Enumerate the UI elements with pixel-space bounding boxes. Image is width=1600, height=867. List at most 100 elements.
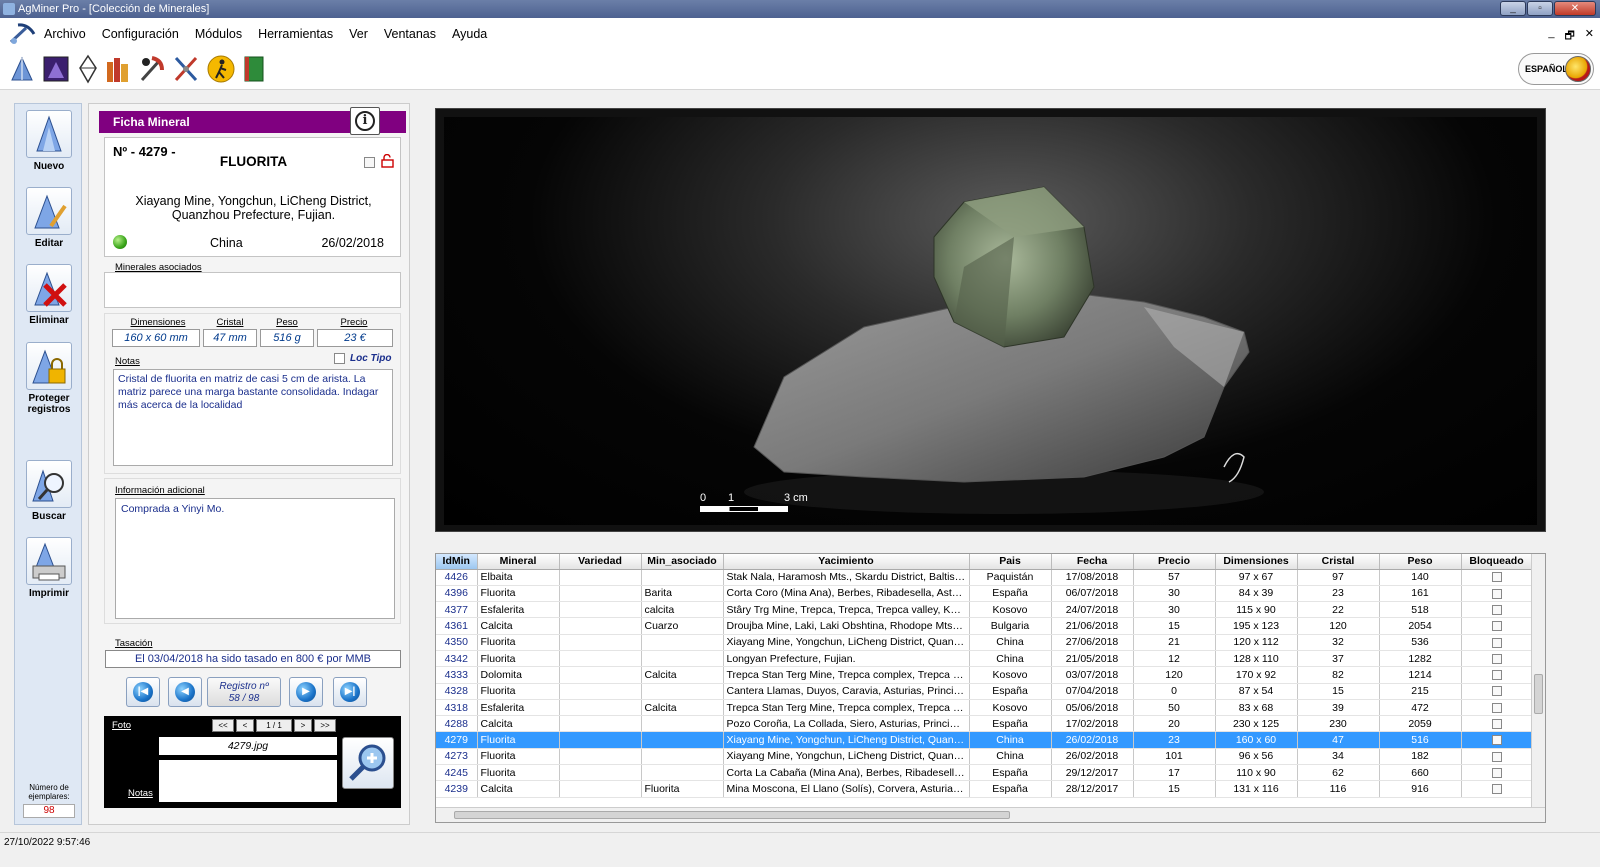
- col-cristal[interactable]: Cristal: [1297, 554, 1380, 570]
- cell-precio[interactable]: 50: [1133, 699, 1216, 717]
- bloqueado-checkbox[interactable]: [1491, 637, 1502, 648]
- photo-zoom-button[interactable]: [342, 737, 394, 789]
- unlock-icon[interactable]: [381, 154, 394, 168]
- cell-id[interactable]: 4288: [436, 715, 478, 733]
- cell-yacimiento[interactable]: Pozo Coroña, La Collada, Siero, Asturias…: [723, 715, 970, 733]
- bloqueado-checkbox[interactable]: [1491, 719, 1502, 730]
- cell-id[interactable]: 4350: [436, 634, 478, 651]
- table-row[interactable]: 4361 Calcita Cuarzo Droujba Mine, Laki, Lak…: [436, 617, 1533, 635]
- mdi-restore-button[interactable]: 🗗: [1564, 27, 1574, 46]
- eliminar-button[interactable]: Eliminar: [15, 264, 83, 326]
- cell-precio[interactable]: 15: [1133, 780, 1216, 798]
- cell-id[interactable]: 4342: [436, 650, 478, 668]
- cell-cristal[interactable]: 37: [1297, 650, 1380, 668]
- cell-fecha[interactable]: 29/12/2017: [1051, 764, 1134, 782]
- cell-variedad[interactable]: [559, 699, 642, 717]
- menu-configuracion[interactable]: Configuración: [102, 18, 179, 50]
- mdi-close-button[interactable]: ✕: [1585, 27, 1594, 46]
- cell-precio[interactable]: 0: [1133, 683, 1216, 700]
- grid-horizontal-scrollbar[interactable]: [436, 807, 1545, 822]
- cell-cristal[interactable]: 62: [1297, 764, 1380, 782]
- cell-dimensiones[interactable]: 128 x 110: [1215, 650, 1298, 668]
- crossed-tools-icon[interactable]: [172, 54, 200, 84]
- close-button[interactable]: ✕: [1554, 1, 1596, 16]
- table-row[interactable]: 4342 Fluorita Longyan Prefecture, Fujian. C…: [436, 650, 1533, 668]
- cell-pais[interactable]: España: [969, 585, 1052, 603]
- cell-cristal[interactable]: 120: [1297, 617, 1380, 635]
- cell-cristal[interactable]: 47: [1297, 731, 1380, 749]
- menu-archivo[interactable]: Archivo: [44, 18, 86, 50]
- cell-asociado[interactable]: Calcita: [641, 699, 724, 717]
- bloqueado-checkbox[interactable]: [1491, 621, 1502, 632]
- mdi-minimize-button[interactable]: _: [1548, 27, 1554, 46]
- bloqueado-checkbox[interactable]: [1491, 670, 1502, 681]
- photo-first-button[interactable]: <<: [212, 719, 234, 732]
- cell-precio[interactable]: 20: [1133, 715, 1216, 733]
- cell-pais[interactable]: España: [969, 715, 1052, 733]
- cell-variedad[interactable]: [559, 780, 642, 798]
- col-precio[interactable]: Precio: [1133, 554, 1216, 570]
- cell-fecha[interactable]: 26/02/2018: [1051, 748, 1134, 766]
- table-row[interactable]: 4239 Calcita Fluorita Mina Moscona, El Llan…: [436, 780, 1533, 798]
- cell-variedad[interactable]: [559, 617, 642, 635]
- menu-ventanas[interactable]: Ventanas: [384, 18, 436, 50]
- photo-next-button[interactable]: >: [294, 719, 312, 732]
- nuevo-button[interactable]: Nuevo: [15, 110, 83, 172]
- cell-fecha[interactable]: 05/06/2018: [1051, 699, 1134, 717]
- cell-pais[interactable]: Kosovo: [969, 699, 1052, 717]
- cell-peso[interactable]: 916: [1379, 780, 1462, 798]
- cell-cristal[interactable]: 32: [1297, 634, 1380, 651]
- cell-mineral[interactable]: Calcita: [477, 617, 560, 635]
- table-row[interactable]: 4288 Calcita Pozo Coroña, La Collada, Sier…: [436, 715, 1533, 733]
- cell-precio[interactable]: 21: [1133, 634, 1216, 651]
- cell-asociado[interactable]: [641, 731, 724, 749]
- bloqueado-checkbox[interactable]: [1491, 735, 1502, 746]
- cell-yacimiento[interactable]: Stâry Trg Mine, Trepca, Trepca, Trepca v…: [723, 601, 970, 619]
- cell-asociado[interactable]: Calcita: [641, 666, 724, 684]
- cell-fecha[interactable]: 21/05/2018: [1051, 650, 1134, 668]
- table-row[interactable]: 4333 Dolomita Calcita Trepca Stan Terg Mine…: [436, 666, 1533, 684]
- table-row[interactable]: 4273 Fluorita Xiayang Mine, Yongchun, LiCh…: [436, 748, 1533, 766]
- cell-dimensiones[interactable]: 110 x 90: [1215, 764, 1298, 782]
- table-row[interactable]: 4426 Elbaita Stak Nala, Haramosh Mts., Ska…: [436, 569, 1533, 586]
- cell-precio[interactable]: 101: [1133, 748, 1216, 766]
- cell-id[interactable]: 4361: [436, 617, 478, 635]
- prev-record-button[interactable]: ◀: [168, 677, 202, 707]
- cell-peso[interactable]: 1214: [1379, 666, 1462, 684]
- cell-yacimiento[interactable]: Cantera Llamas, Duyos, Caravia, Asturias…: [723, 683, 970, 700]
- cell-id[interactable]: 4279: [436, 731, 478, 749]
- photo-last-button[interactable]: >>: [314, 719, 336, 732]
- cell-cristal[interactable]: 39: [1297, 699, 1380, 717]
- editar-button[interactable]: Editar: [15, 187, 83, 249]
- bloqueado-checkbox[interactable]: [1491, 686, 1502, 697]
- cell-mineral[interactable]: Calcita: [477, 780, 560, 798]
- cell-dimensiones[interactable]: 96 x 56: [1215, 748, 1298, 766]
- cell-peso[interactable]: 536: [1379, 634, 1462, 651]
- cell-yacimiento[interactable]: Mina Moscona, El Llano (Solís), Corvera,…: [723, 780, 970, 798]
- cell-variedad[interactable]: [559, 634, 642, 651]
- cell-cristal[interactable]: 34: [1297, 748, 1380, 766]
- bloqueado-checkbox[interactable]: [1491, 572, 1502, 583]
- cell-variedad[interactable]: [559, 585, 642, 603]
- col-min-asociado[interactable]: Min_asociado: [641, 554, 724, 570]
- cell-pais[interactable]: España: [969, 780, 1052, 798]
- cell-variedad[interactable]: [559, 748, 642, 766]
- bloqueado-checkbox[interactable]: [1491, 751, 1502, 762]
- cell-asociado[interactable]: calcita: [641, 601, 724, 619]
- cell-dimensiones[interactable]: 97 x 67: [1215, 569, 1298, 586]
- cell-mineral[interactable]: Fluorita: [477, 585, 560, 603]
- cell-yacimiento[interactable]: Trepca Stan Terg Mine, Trepca complex, T…: [723, 699, 970, 717]
- cell-id[interactable]: 4377: [436, 601, 478, 619]
- cell-asociado[interactable]: Barita: [641, 585, 724, 603]
- cell-peso[interactable]: 518: [1379, 601, 1462, 619]
- bloqueado-checkbox[interactable]: [1491, 767, 1502, 778]
- col-yacimiento[interactable]: Yacimiento: [723, 554, 970, 570]
- loc-tipo-checkbox[interactable]: [334, 353, 345, 364]
- photo-notes-field[interactable]: [159, 760, 337, 802]
- col-peso[interactable]: Peso: [1379, 554, 1462, 570]
- cell-yacimiento[interactable]: Xiayang Mine, Yongchun, LiCheng District…: [723, 731, 970, 749]
- cell-fecha[interactable]: 21/06/2018: [1051, 617, 1134, 635]
- cell-peso[interactable]: 140: [1379, 569, 1462, 586]
- cell-pais[interactable]: China: [969, 748, 1052, 766]
- cell-variedad[interactable]: [559, 764, 642, 782]
